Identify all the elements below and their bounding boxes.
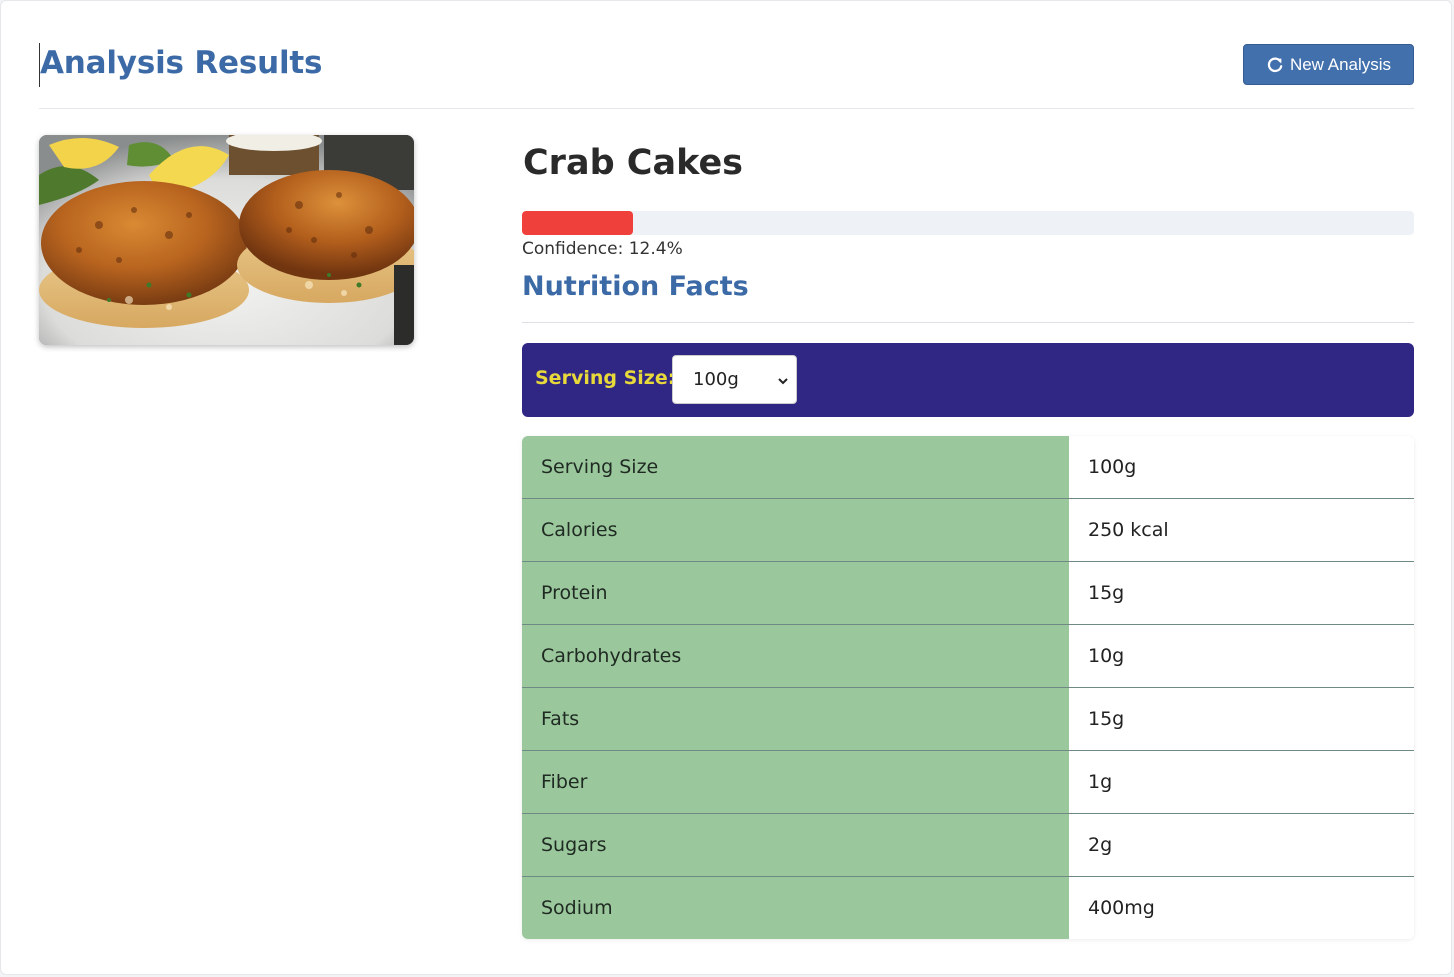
table-row: Carbohydrates 10g: [522, 625, 1414, 688]
chevron-down-icon: [776, 372, 790, 393]
nutrient-label: Protein: [522, 562, 1069, 624]
nutrient-label: Sugars: [522, 814, 1069, 876]
nutrient-value: 1g: [1069, 751, 1414, 813]
food-photo: [39, 135, 414, 345]
refresh-icon: [1266, 56, 1284, 74]
table-row: Fats 15g: [522, 688, 1414, 751]
nutrient-value: 100g: [1069, 436, 1414, 498]
divider: [522, 322, 1414, 323]
nutrient-value: 400mg: [1069, 877, 1414, 939]
results-header: Analysis Results New Analysis: [39, 41, 1414, 109]
food-name: Crab Cakes: [523, 143, 744, 183]
nutrient-label: Serving Size: [522, 436, 1069, 498]
table-row: Sugars 2g: [522, 814, 1414, 877]
table-row: Serving Size 100g: [522, 436, 1414, 499]
confidence-text: Confidence: 12.4%: [522, 239, 683, 259]
confidence-bar: [522, 211, 1414, 235]
table-row: Calories 250 kcal: [522, 499, 1414, 562]
nutrient-value: 250 kcal: [1069, 499, 1414, 561]
serving-size-select[interactable]: 100g: [672, 355, 797, 404]
table-row: Sodium 400mg: [522, 877, 1414, 939]
nutrient-label: Sodium: [522, 877, 1069, 939]
nutrition-facts-title: Nutrition Facts: [522, 271, 749, 302]
nutrient-label: Carbohydrates: [522, 625, 1069, 687]
nutrient-label: Fats: [522, 688, 1069, 750]
nutrient-label: Calories: [522, 499, 1069, 561]
nutrient-value: 10g: [1069, 625, 1414, 687]
nutrient-value: 2g: [1069, 814, 1414, 876]
nutrient-label: Fiber: [522, 751, 1069, 813]
new-analysis-label: New Analysis: [1289, 54, 1392, 74]
nutrient-value: 15g: [1069, 562, 1414, 624]
confidence-bar-fill: [522, 211, 633, 235]
table-row: Protein 15g: [522, 562, 1414, 625]
results-card: Analysis Results New Analysis Crab Cakes…: [0, 0, 1452, 975]
new-analysis-button[interactable]: New Analysis: [1243, 44, 1414, 85]
serving-size-label: Serving Size:: [535, 367, 676, 389]
table-row: Fiber 1g: [522, 751, 1414, 814]
serving-size-selected: 100g: [693, 369, 739, 390]
serving-size-bar: Serving Size: 100g: [522, 343, 1414, 417]
nutrient-value: 15g: [1069, 688, 1414, 750]
nutrition-table: Serving Size 100g Calories 250 kcal Prot…: [522, 436, 1414, 939]
page-title: Analysis Results: [40, 45, 323, 81]
